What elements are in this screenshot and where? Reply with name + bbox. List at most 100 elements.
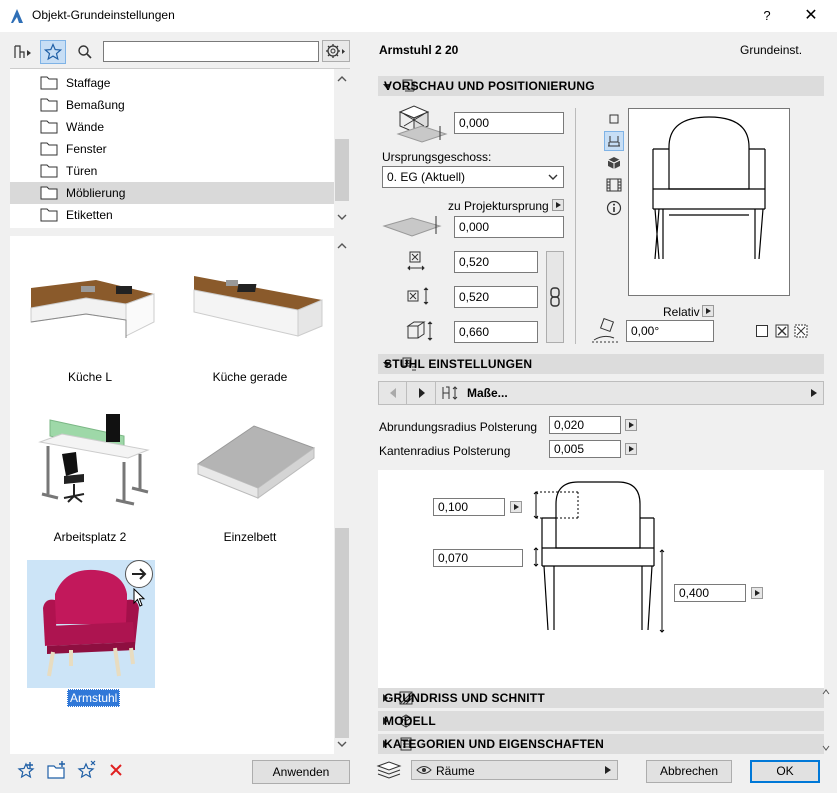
section-title: GRUNDRISS UND SCHNITT bbox=[384, 691, 545, 705]
folder-item-waende[interactable]: Wände bbox=[10, 116, 334, 138]
folder-item-fenster[interactable]: Fenster bbox=[10, 138, 334, 160]
star-icon bbox=[44, 43, 62, 61]
view-front-button[interactable] bbox=[604, 131, 624, 151]
mirror-y-icon[interactable] bbox=[794, 324, 808, 338]
folder-label: Etiketten bbox=[66, 208, 113, 222]
folder-item-moeblierung[interactable]: Möblierung bbox=[10, 182, 334, 204]
mouse-cursor-icon bbox=[133, 588, 146, 607]
parameter-page-select[interactable]: Maße... bbox=[437, 382, 823, 404]
open-arrow-button[interactable] bbox=[125, 560, 153, 588]
scroll-thumb[interactable] bbox=[335, 139, 349, 201]
folder-list-scrollbar[interactable] bbox=[334, 69, 350, 229]
window-title: Objekt-Grundeinstellungen bbox=[32, 8, 175, 22]
layer-select[interactable]: Räume bbox=[411, 760, 618, 780]
view-plan-button[interactable] bbox=[604, 109, 624, 129]
folder-label: Wände bbox=[66, 120, 105, 134]
chevron-down-icon[interactable] bbox=[337, 213, 347, 221]
project-origin-offset-input[interactable]: 0,000 bbox=[454, 216, 564, 238]
section-header-stuhl[interactable]: STUHL EINSTELLUNGEN bbox=[378, 354, 824, 374]
top-height-menu-button[interactable] bbox=[510, 501, 522, 513]
folder-icon bbox=[40, 120, 58, 134]
folder-icon bbox=[40, 186, 58, 200]
chevron-up-icon[interactable] bbox=[337, 75, 347, 83]
add-favorite-icon[interactable] bbox=[16, 760, 36, 780]
ok-button[interactable]: OK bbox=[750, 760, 820, 783]
section-header-kategorien[interactable]: KATEGORIEN UND EIGENSCHAFTEN bbox=[378, 734, 824, 754]
elevation-offset-icon bbox=[396, 105, 448, 143]
help-button[interactable]: ? bbox=[752, 3, 782, 29]
chair-front-icon bbox=[608, 136, 620, 147]
ursprungsgeschoss-select[interactable]: 0. EG (Aktuell) bbox=[382, 166, 564, 188]
thumbnail-armstuhl[interactable] bbox=[27, 560, 155, 688]
thumbnail-einzelbett[interactable]: Einzelbett bbox=[170, 396, 330, 546]
elevation-offset-input[interactable]: 0,000 bbox=[454, 112, 564, 134]
thumbnail-arbeitsplatz-2[interactable]: Arbeitsplatz 2 bbox=[10, 396, 170, 546]
depth-input[interactable]: 0,520 bbox=[454, 286, 538, 308]
parameter-page-navigator: Maße... bbox=[378, 381, 824, 405]
thumbnail-kueche-l[interactable]: Küche L bbox=[10, 236, 170, 386]
ursprungsgeschoss-label: Ursprungsgeschoss: bbox=[382, 150, 492, 164]
chain-lock-button[interactable] bbox=[546, 251, 564, 343]
view-3d-button[interactable] bbox=[604, 153, 624, 173]
triangle-right-icon bbox=[811, 389, 817, 397]
seat-height-input[interactable]: 0,400 bbox=[674, 584, 746, 602]
height-input[interactable]: 0,660 bbox=[454, 321, 538, 343]
scroll-thumb[interactable] bbox=[335, 528, 349, 738]
section-header-vorschau[interactable]: VORSCHAU UND POSITIONIERUNG bbox=[378, 76, 824, 96]
folder-icon bbox=[40, 208, 58, 222]
favorites-button[interactable] bbox=[40, 40, 66, 64]
chevron-up-icon[interactable] bbox=[822, 688, 830, 696]
thumbnail-label: Armstuhl bbox=[67, 689, 121, 707]
mirror-x-icon[interactable] bbox=[775, 324, 789, 338]
kantenradius-input[interactable]: 0,005 bbox=[549, 440, 621, 458]
folder-item-bemassung[interactable]: Bemaßung bbox=[10, 94, 334, 116]
object-type-menu-button[interactable] bbox=[10, 40, 36, 64]
rotation-angle-input[interactable]: 0,00° bbox=[626, 320, 714, 342]
search-button[interactable] bbox=[72, 40, 98, 64]
section-header-grundriss[interactable]: GRUNDRISS UND SCHNITT bbox=[378, 688, 824, 708]
apply-button[interactable]: Anwenden bbox=[252, 760, 350, 784]
folder-item-tueren[interactable]: Türen bbox=[10, 160, 334, 182]
height-dimension-icon bbox=[406, 321, 433, 341]
width-input[interactable]: 0,520 bbox=[454, 251, 538, 273]
right-scroll-area bbox=[822, 688, 830, 752]
chevron-down-icon[interactable] bbox=[822, 744, 830, 752]
settings-mode-label: Grundeinst. bbox=[740, 43, 803, 57]
close-button[interactable]: ✕ bbox=[795, 3, 827, 29]
kantenradius-menu-button[interactable] bbox=[625, 443, 637, 455]
delete-icon[interactable] bbox=[108, 762, 124, 778]
mirror-none-checkbox[interactable] bbox=[756, 325, 768, 337]
seat-thickness-input[interactable]: 0,070 bbox=[433, 549, 523, 567]
cancel-button[interactable]: Abbrechen bbox=[646, 760, 732, 783]
projektursprung-menu-button[interactable] bbox=[552, 199, 564, 211]
seat-height-menu-button[interactable] bbox=[751, 587, 763, 599]
chevron-down-icon[interactable] bbox=[337, 740, 347, 748]
top-height-input[interactable]: 0,100 bbox=[433, 498, 505, 516]
abrundungsradius-input[interactable]: 0,020 bbox=[549, 416, 621, 434]
object-name: Armstuhl 2 20 bbox=[379, 43, 459, 57]
filmstrip-icon bbox=[606, 178, 622, 192]
thumbnail-kueche-gerade[interactable]: Küche gerade bbox=[170, 236, 330, 386]
folder-item-staffage[interactable]: Staffage bbox=[10, 72, 334, 94]
prev-page-button[interactable] bbox=[379, 382, 407, 404]
zu-projektursprung-label: zu Projektursprung bbox=[448, 199, 549, 213]
thumbnail-scrollbar[interactable] bbox=[334, 236, 350, 754]
chevron-up-icon[interactable] bbox=[337, 242, 347, 250]
search-input[interactable] bbox=[103, 41, 319, 62]
thumbnail-label: Küche L bbox=[67, 370, 113, 384]
relativ-menu-button[interactable] bbox=[702, 305, 714, 317]
triangle-right-icon bbox=[419, 388, 425, 398]
view-filmstrip-button[interactable] bbox=[604, 175, 624, 195]
library-thumbnail-panel: Küche L Küche gerade Arbeitsplatz 2 Einz… bbox=[10, 236, 350, 754]
folder-item-etiketten[interactable]: Etiketten bbox=[10, 204, 334, 226]
folder-icon bbox=[40, 142, 58, 156]
section-header-modell[interactable]: MODELL bbox=[378, 711, 824, 731]
favorite-settings-icon[interactable] bbox=[76, 760, 98, 780]
abrundungsradius-menu-button[interactable] bbox=[625, 419, 637, 431]
library-settings-button[interactable] bbox=[322, 40, 350, 62]
width-dimension-icon bbox=[407, 251, 425, 271]
info-button[interactable] bbox=[604, 198, 624, 218]
new-folder-icon[interactable] bbox=[46, 760, 68, 780]
project-origin-icon bbox=[382, 216, 442, 237]
next-page-button[interactable] bbox=[408, 382, 436, 404]
